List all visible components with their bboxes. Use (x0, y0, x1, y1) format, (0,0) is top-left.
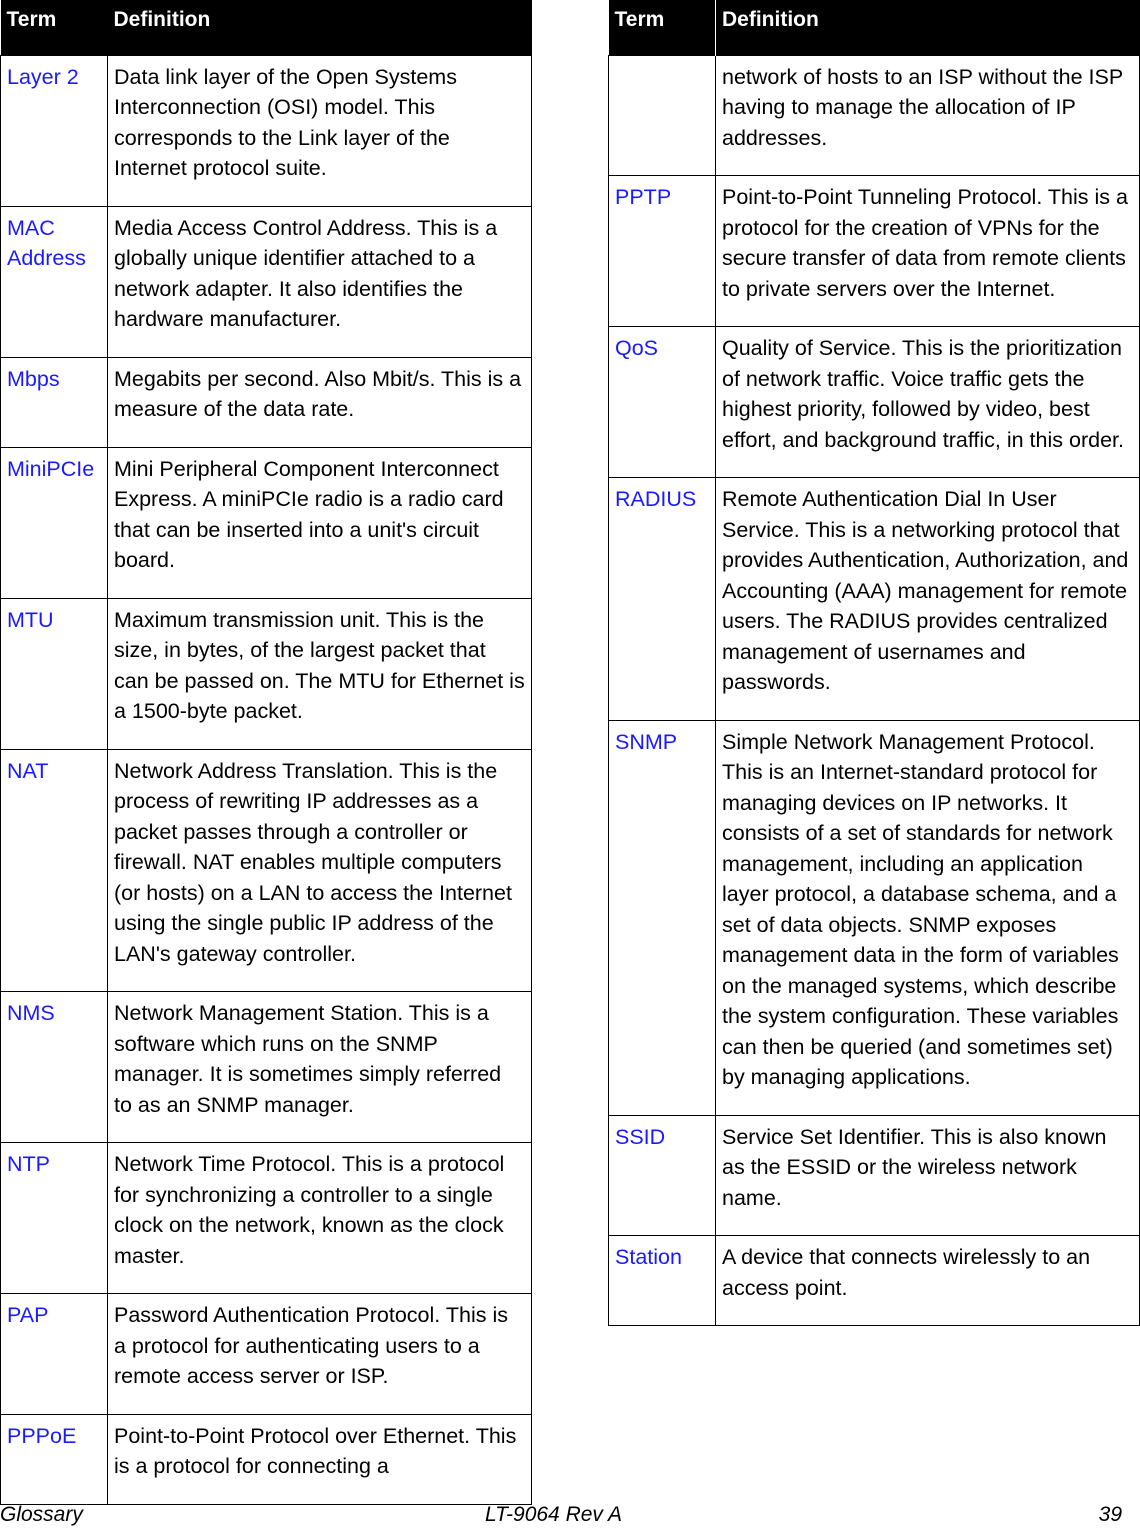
term-cell[interactable]: Layer 2 (0, 54, 108, 207)
table-row: MAC Address Media Access Control Address.… (0, 205, 532, 358)
term-cell[interactable]: PAP (0, 1293, 108, 1415)
term-cell[interactable]: NMS (0, 991, 108, 1143)
table-row: RADIUS Remote Authentication Dial In User… (608, 477, 1140, 721)
table-header-row: Term Definition (608, 0, 1140, 55)
table-row: Mbps Megabits per second. Also Mbit/s. Th… (0, 356, 532, 448)
table-row: MiniPCIe Mini Peripheral Component Interc… (0, 446, 532, 599)
definition-cell: Simple Network Management Protocol. This… (715, 719, 1140, 1116)
table-header-row: Term Definition (0, 0, 532, 55)
term-cell[interactable]: NAT (0, 748, 108, 992)
definition-cell: network of hosts to an ISP without the I… (715, 54, 1140, 176)
footer-section: Glossary (0, 1503, 83, 1526)
table-row: QoS Quality of Service. This is the prior… (608, 326, 1140, 478)
term-cell[interactable]: PPPoE (0, 1413, 108, 1505)
term-cell[interactable]: MAC Address (0, 205, 108, 358)
term-cell[interactable]: RADIUS (608, 477, 716, 721)
table-row: MTU Maximum transmission unit. This is th… (0, 597, 532, 750)
glossary-table-left: Term Definition Layer 2 Data link layer o… (0, 0, 532, 1505)
term-cell[interactable]: QoS (608, 326, 716, 478)
footer-page-number: 39 (1098, 1503, 1122, 1526)
term-cell[interactable]: PPTP (608, 175, 716, 327)
table-row: NTP Network Time Protocol. This is a prot… (0, 1142, 532, 1294)
table-row: PPTP Point-to-Point Tunneling Protocol. T… (608, 175, 1140, 327)
definition-cell: Service Set Identifier. This is also kno… (715, 1114, 1140, 1236)
definition-cell: Megabits per second. Also Mbit/s. This i… (107, 356, 532, 448)
definition-cell: Data link layer of the Open Systems Inte… (107, 54, 532, 207)
definition-cell: Mini Peripheral Component Interconnect E… (107, 446, 532, 599)
table-row: PAP Password Authentication Protocol. Thi… (0, 1293, 532, 1415)
definition-cell: A device that connects wirelessly to an … (715, 1235, 1140, 1326)
footer-doc-id: LT-9064 Rev A (485, 1503, 622, 1526)
definition-cell: Network Time Protocol. This is a protoco… (107, 1142, 532, 1294)
header-definition: Definition (715, 0, 1140, 55)
term-cell[interactable]: SNMP (608, 719, 716, 1116)
term-cell[interactable]: SSID (608, 1114, 716, 1236)
definition-cell: Password Authentication Protocol. This i… (107, 1293, 532, 1415)
table-row: NMS Network Management Station. This is a… (0, 991, 532, 1143)
definition-cell: Network Management Station. This is a so… (107, 991, 532, 1143)
definition-cell: Point-to-Point Protocol over Ethernet. T… (107, 1413, 532, 1505)
header-term: Term (0, 0, 108, 55)
table-row: SNMP Simple Network Management Protocol. … (608, 719, 1140, 1116)
table-row: Station A device that connects wirelessly… (608, 1235, 1140, 1326)
definition-cell: Remote Authentication Dial In User Servi… (715, 477, 1140, 721)
glossary-table-right: Term Definition network of hosts to an I… (608, 0, 1140, 1326)
table-row: NAT Network Address Translation. This is … (0, 748, 532, 992)
definition-cell: Maximum transmission unit. This is the s… (107, 597, 532, 750)
definition-cell: Media Access Control Address. This is a … (107, 205, 532, 358)
definition-cell: Network Address Translation. This is the… (107, 748, 532, 992)
term-cell[interactable]: MiniPCIe (0, 446, 108, 599)
table-row: PPPoE Point-to-Point Protocol over Ethern… (0, 1413, 532, 1505)
definition-cell: Point-to-Point Tunneling Protocol. This … (715, 175, 1140, 327)
definition-cell: Quality of Service. This is the prioriti… (715, 326, 1140, 478)
table-row: SSID Service Set Identifier. This is also… (608, 1114, 1140, 1236)
term-cell[interactable]: MTU (0, 597, 108, 750)
term-cell[interactable]: NTP (0, 1142, 108, 1294)
table-row: network of hosts to an ISP without the I… (608, 54, 1140, 176)
header-definition: Definition (107, 0, 532, 55)
term-cell[interactable]: Mbps (0, 356, 108, 448)
term-cell[interactable]: Station (608, 1235, 716, 1326)
term-cell[interactable] (608, 54, 716, 176)
header-term: Term (608, 0, 716, 55)
table-row: Layer 2 Data link layer of the Open Syste… (0, 54, 532, 207)
